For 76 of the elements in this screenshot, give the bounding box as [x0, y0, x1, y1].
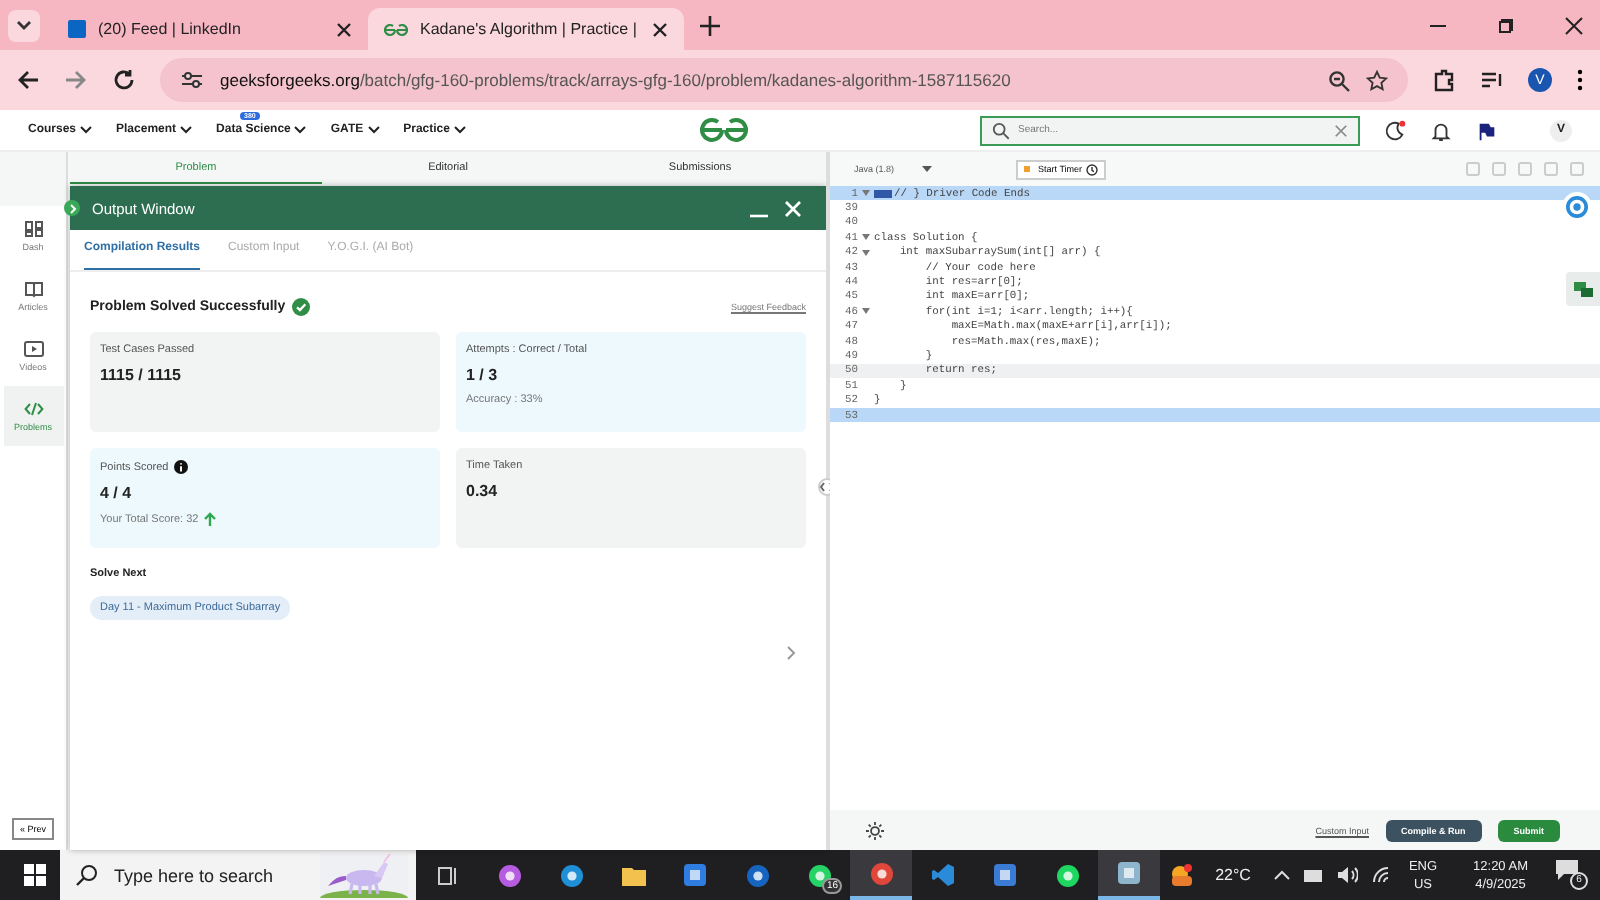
app-tile-icon — [994, 864, 1016, 886]
task-view-icon — [437, 865, 457, 885]
round-app-icon — [745, 863, 769, 887]
round-app-icon — [869, 861, 893, 885]
check-circle-icon — [291, 297, 310, 315]
chevron-down-icon — [367, 126, 380, 134]
reload-icon[interactable] — [112, 68, 136, 92]
fold-icon[interactable] — [862, 308, 870, 315]
menu-icon[interactable] — [1576, 68, 1584, 92]
gfg-logo-icon[interactable] — [697, 116, 749, 144]
chevron-down-icon — [80, 126, 93, 134]
sun-icon[interactable] — [866, 821, 884, 839]
round-app-icon — [559, 863, 583, 887]
star-icon[interactable] — [1366, 69, 1388, 91]
caret-icon — [922, 166, 933, 172]
tab-search-icon[interactable] — [8, 9, 40, 41]
search-icon — [992, 121, 1011, 139]
taskbar-app-button[interactable] — [1098, 850, 1160, 900]
windows-start-icon[interactable] — [24, 864, 46, 886]
close-icon[interactable] — [652, 21, 668, 37]
address-bar[interactable]: geeksforgeeks.org/batch/gfg-160-problems/track/arrays-gfg-160/problem/kadanes-algorithm-1587115620 — [160, 58, 1408, 102]
temperature-text[interactable]: 22°C — [1215, 866, 1251, 884]
fold-icon[interactable] — [862, 190, 870, 197]
app-tile-icon — [684, 864, 706, 886]
code-icon — [23, 400, 43, 418]
extensions-icon[interactable] — [1432, 68, 1456, 92]
gfg-logo-icon — [384, 21, 408, 37]
stat-value: 1 / 3 — [466, 366, 500, 384]
weather-icon[interactable] — [1167, 864, 1194, 886]
chevron-right-icon[interactable] — [786, 646, 796, 660]
round-app-icon — [807, 863, 831, 887]
restore-icon[interactable] — [1496, 15, 1516, 35]
stat-value: 1115 / 1115 — [100, 366, 183, 384]
fold-icon[interactable] — [862, 234, 870, 241]
book-icon — [23, 280, 43, 298]
bell-icon[interactable] — [1430, 119, 1453, 141]
speaker-icon[interactable] — [1338, 866, 1359, 884]
fold-icon[interactable] — [862, 249, 870, 256]
browser-tab[interactable]: (20) Feed | LinkedIn — [52, 8, 368, 50]
forward-icon[interactable] — [64, 68, 88, 92]
media-icon[interactable] — [1480, 68, 1504, 92]
battery-icon[interactable] — [1304, 869, 1325, 881]
clear-icon[interactable] — [1334, 123, 1349, 137]
stat-value: 4 / 4 — [100, 484, 134, 502]
play-icon — [23, 340, 43, 358]
close-icon[interactable] — [1564, 15, 1584, 35]
search-icon — [76, 864, 98, 886]
info-icon[interactable] — [174, 460, 189, 474]
swirl-icon[interactable] — [1562, 192, 1592, 222]
stat-value: 0.34 — [466, 482, 500, 500]
round-app-icon — [497, 863, 521, 887]
flag-icon[interactable] — [1476, 119, 1499, 141]
taskbar-app-button[interactable] — [850, 850, 912, 900]
app-tile-icon — [1118, 862, 1140, 884]
taskbar-search-field[interactable]: Type here to search — [60, 850, 416, 900]
close-icon[interactable] — [336, 21, 352, 37]
expand-icon[interactable] — [64, 200, 80, 216]
chevron-down-icon — [294, 126, 307, 134]
round-app-icon — [1055, 863, 1079, 887]
wifi-icon[interactable] — [1372, 866, 1391, 884]
moon-icon[interactable] — [1384, 119, 1407, 141]
chevron-down-icon — [180, 126, 193, 134]
grid-icon — [23, 220, 43, 238]
chevron-down-icon — [453, 126, 466, 134]
back-icon[interactable] — [16, 68, 40, 92]
linkedin-icon — [68, 20, 86, 38]
code-editor-icon — [932, 864, 954, 886]
new-tab-icon[interactable] — [700, 15, 720, 35]
chevron-up-icon[interactable] — [1274, 870, 1291, 880]
clock-icon — [1086, 163, 1099, 175]
zoom-icon[interactable] — [1328, 69, 1350, 91]
search-input[interactable]: Type here to search — [114, 865, 304, 885]
browser-tab[interactable]: Kadane's Algorithm | Practice | — [368, 8, 684, 50]
chat-icon[interactable] — [1566, 272, 1600, 306]
site-settings-icon[interactable] — [180, 70, 204, 90]
folder-icon — [621, 865, 645, 885]
